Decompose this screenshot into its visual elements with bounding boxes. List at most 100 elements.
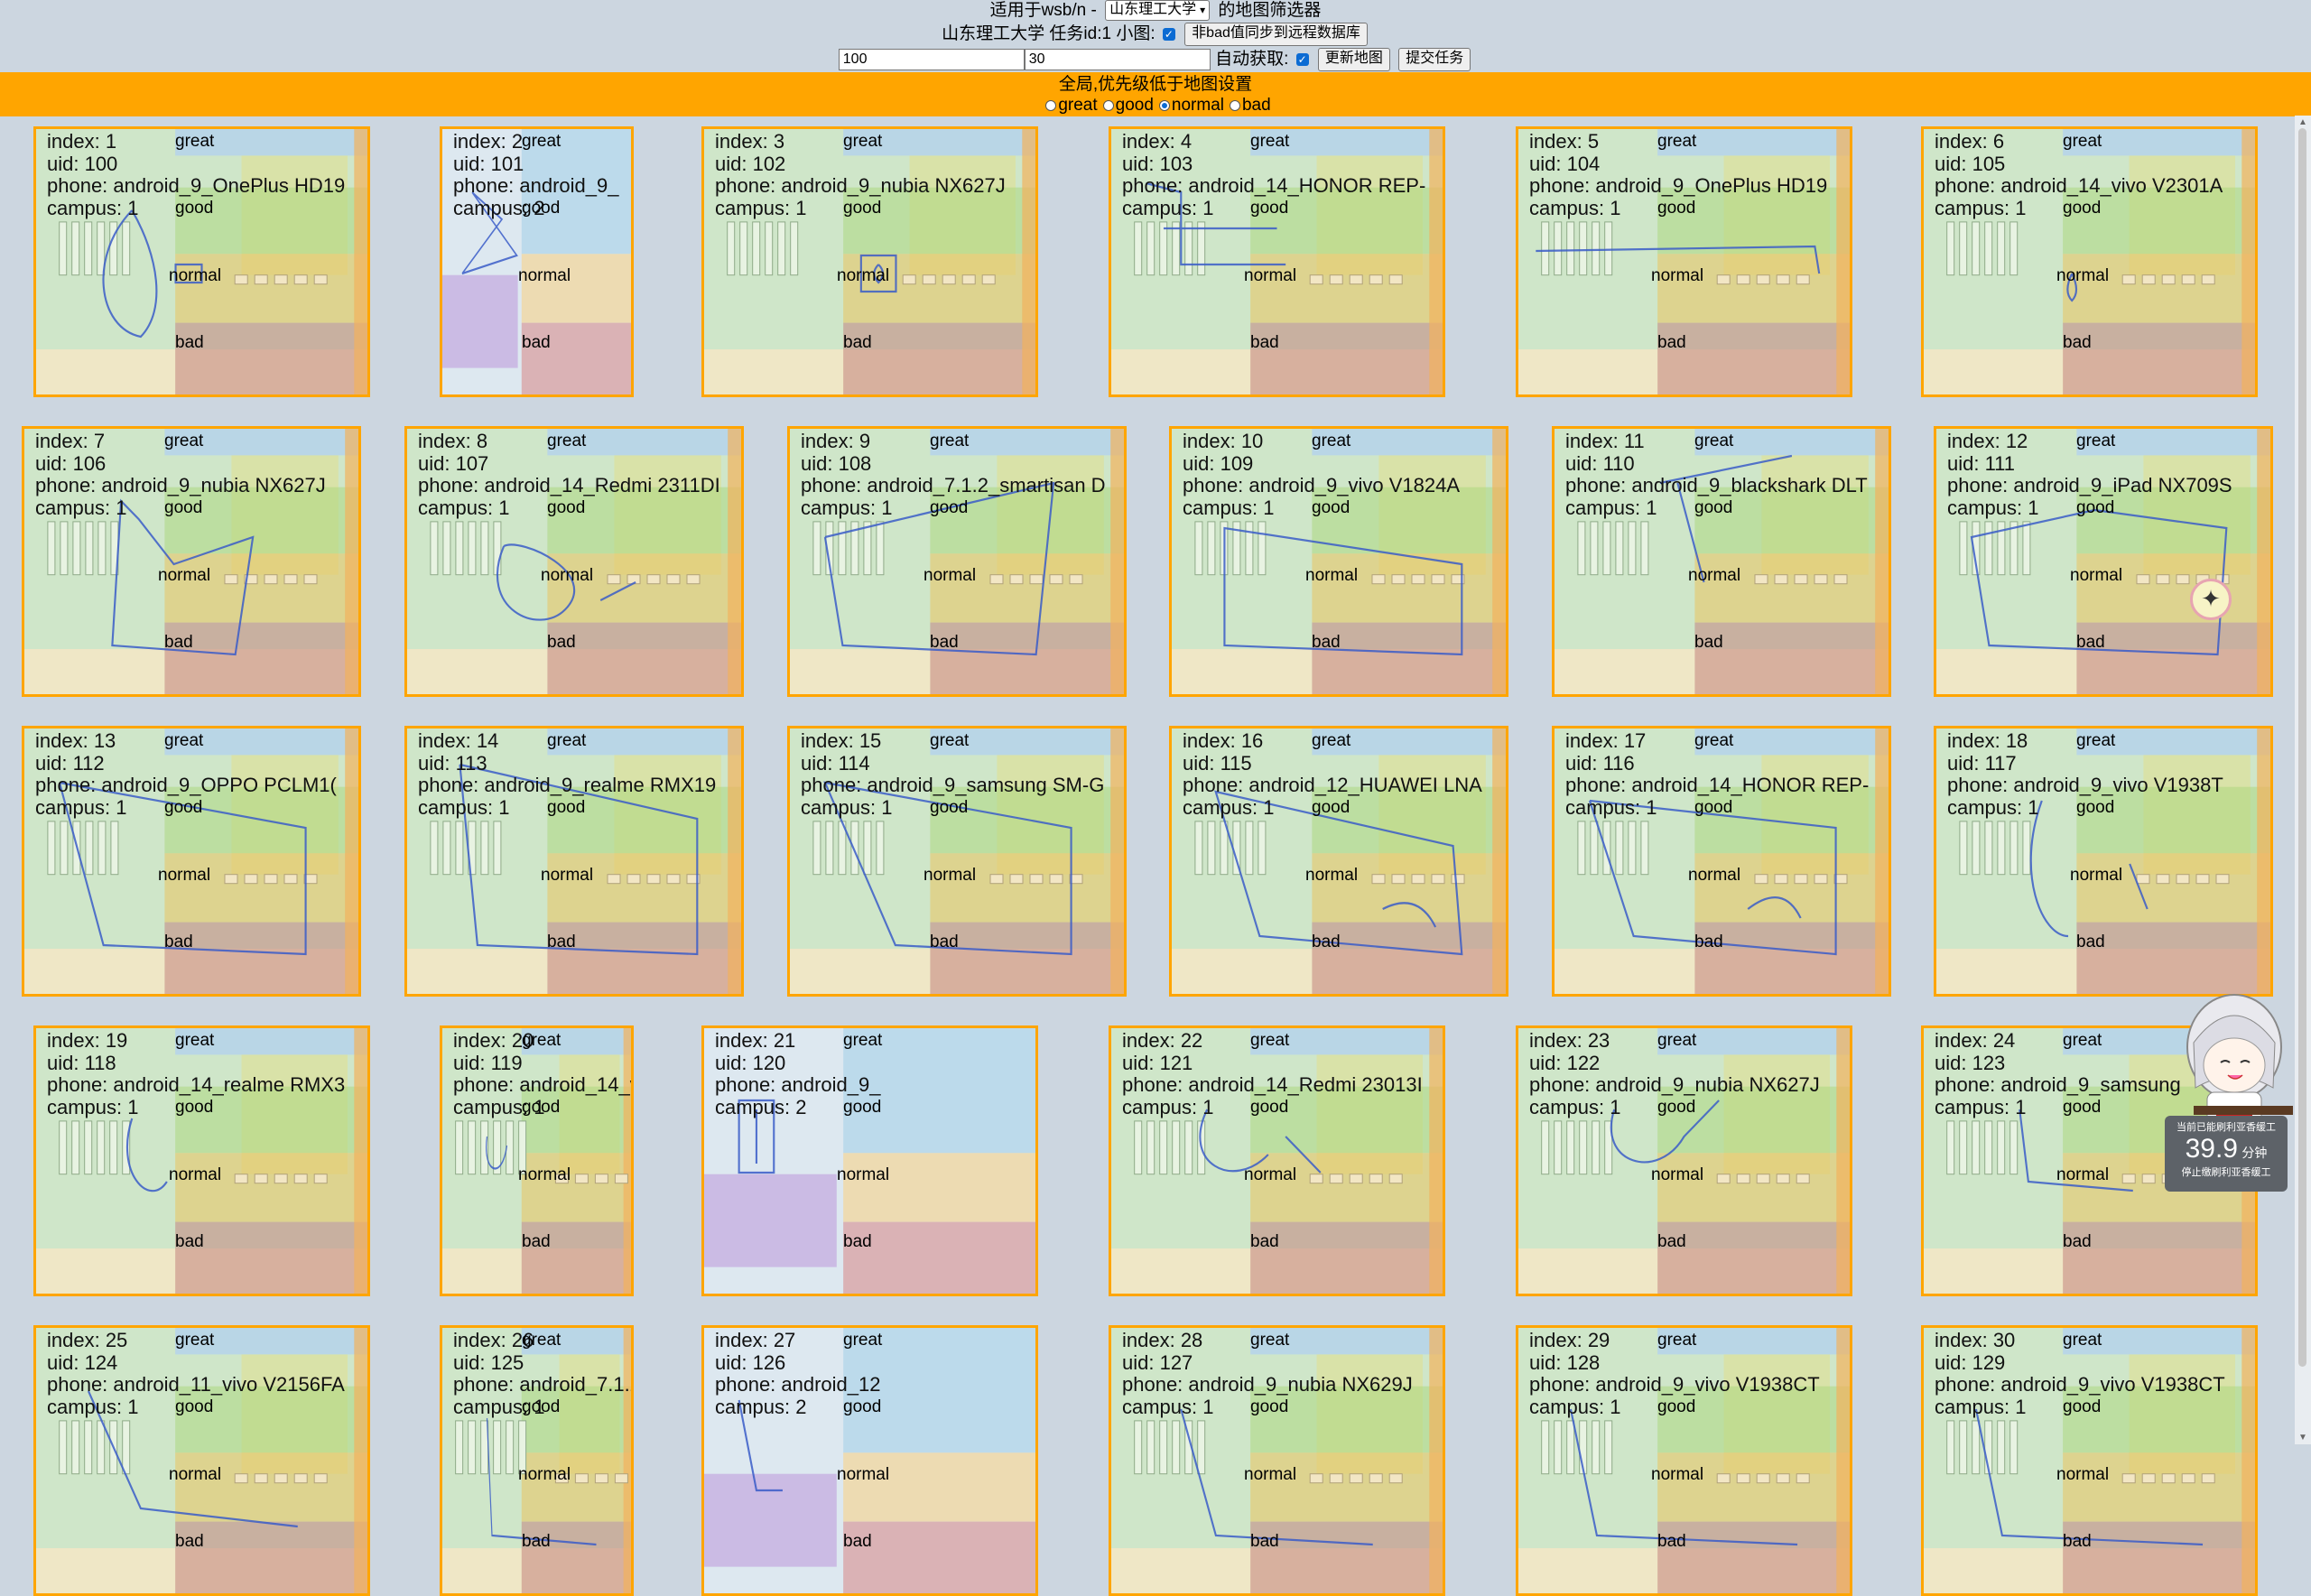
- submit-task-button[interactable]: 提交任务: [1398, 48, 1471, 71]
- card-phone: phone: android_9_vivo V1938CT: [1529, 1373, 1820, 1396]
- map-card[interactable]: index: 4 uid: 103 phone: android_14_HONOR …: [1109, 126, 1445, 397]
- global-radio-group: great good normal bad: [0, 95, 2311, 116]
- map-card[interactable]: index: 29 uid: 128 phone: android_9_vivo V…: [1516, 1325, 1852, 1596]
- zone-label-normal: normal: [1688, 566, 1741, 585]
- map-card[interactable]: index: 11 uid: 110 phone: android_9_blacks…: [1552, 426, 1891, 697]
- zone-label-good: good: [1694, 498, 1733, 517]
- map-card[interactable]: index: 10 uid: 109 phone: android_9_vivo V…: [1169, 426, 1508, 697]
- map-card[interactable]: index: 19 uid: 118 phone: android_14_realm…: [33, 1025, 370, 1296]
- zone-label-bad: bad: [1657, 333, 1686, 352]
- card-index: index: 24: [1935, 1029, 2016, 1052]
- card-phone: phone: android_11_vivo V2156FA: [47, 1373, 345, 1396]
- map-card[interactable]: index: 21 uid: 120 phone: android_9_ campus…: [701, 1025, 1038, 1296]
- zone-label-good: good: [1694, 798, 1733, 817]
- global-settings-bar: 全局,优先级低于地图设置 great good normal bad: [0, 72, 2311, 116]
- zone-label-bad: bad: [843, 1532, 872, 1551]
- zone-label-good: good: [522, 1098, 561, 1117]
- card-phone: phone: android_14_HONOR REP-: [1565, 774, 1870, 796]
- global-radio-good[interactable]: [1102, 99, 1114, 111]
- map-card[interactable]: index: 18 uid: 117 phone: android_9_vivo V…: [1934, 726, 2273, 997]
- zone-label-bad: bad: [175, 1532, 204, 1551]
- zone-label-bad: bad: [522, 1232, 551, 1251]
- map-card[interactable]: index: 30 uid: 129 phone: android_9_vivo V…: [1921, 1325, 2258, 1596]
- map-card[interactable]: index: 26uid: 125phone: android_7.1.2_vi…: [440, 1325, 634, 1596]
- map-card[interactable]: index: 14 uid: 113 phone: android_9_realme…: [404, 726, 744, 997]
- card-uid: uid: 115: [1183, 751, 1252, 775]
- number-input-2[interactable]: 30: [1024, 49, 1211, 70]
- zone-label-great: great: [175, 132, 215, 151]
- vertical-scrollbar[interactable]: ▲ ▼: [2295, 116, 2311, 1444]
- scroll-up-arrow-icon[interactable]: ▲: [2298, 117, 2307, 127]
- zone-label-bad: bad: [2063, 333, 2092, 352]
- zone-label-normal: normal: [2056, 1465, 2110, 1484]
- auto-fetch-checkbox[interactable]: ✓: [1295, 53, 1309, 66]
- card-phone: phone: android_14_vivo V2301A: [1935, 174, 2223, 197]
- study-timer-widget[interactable]: 当前已能刷利亚香缓工 39.9 分钟 停止缴刷利亚香缓工: [2165, 1116, 2288, 1192]
- card-phone: phone: android_9_vivo V1938CT: [1935, 1373, 2225, 1396]
- card-uid: uid: 123: [1935, 1051, 2006, 1074]
- zone-label-good: good: [164, 798, 203, 817]
- update-map-button[interactable]: 更新地图: [1317, 48, 1390, 71]
- global-radio-great[interactable]: [1045, 99, 1057, 111]
- map-card[interactable]: index: 17 uid: 116 phone: android_14_HONOR…: [1552, 726, 1891, 997]
- global-radio-normal[interactable]: [1158, 99, 1170, 111]
- zone-label-bad: bad: [1312, 633, 1341, 652]
- zone-label-normal: normal: [518, 1165, 571, 1184]
- card-uid: uid: 117: [1947, 751, 2017, 775]
- map-card[interactable]: index: 22 uid: 121 phone: android_14_Redmi…: [1109, 1025, 1445, 1296]
- map-card[interactable]: index: 16 uid: 115 phone: android_12_HUAWE…: [1169, 726, 1508, 997]
- map-card[interactable]: index: 25 uid: 124 phone: android_11_vivo …: [33, 1325, 370, 1596]
- card-uid: uid: 109: [1183, 451, 1254, 475]
- floating-logo-icon[interactable]: ✦: [2190, 579, 2232, 620]
- zone-label-normal: normal: [541, 866, 594, 885]
- map-card[interactable]: index: 6 uid: 105 phone: android_14_vivo V…: [1921, 126, 2258, 397]
- map-card[interactable]: index: 3 uid: 102 phone: android_9_nubia N…: [701, 126, 1038, 397]
- zone-label-bad: bad: [1312, 933, 1341, 951]
- card-phone: phone: android_9_vivo V1938T: [1947, 774, 2223, 796]
- zone-label-great: great: [164, 731, 204, 750]
- zone-label-great: great: [2063, 132, 2102, 151]
- map-card[interactable]: index: 1 uid: 100 phone: android_9_OnePlus…: [33, 126, 370, 397]
- zone-label-bad: bad: [175, 333, 204, 352]
- map-card[interactable]: index: 20uid: 119phone: android_14_vivo …: [440, 1025, 634, 1296]
- zone-label-normal: normal: [169, 1165, 222, 1184]
- zone-label-great: great: [1250, 132, 1290, 151]
- map-card[interactable]: index: 5 uid: 104 phone: android_9_OnePlus…: [1516, 126, 1852, 397]
- zone-label-bad: bad: [522, 1532, 551, 1551]
- timer-bottom-text[interactable]: 停止缴刷利亚香缓工: [2165, 1165, 2288, 1179]
- map-card[interactable]: index: 23 uid: 122 phone: android_9_nubia …: [1516, 1025, 1852, 1296]
- map-card[interactable]: index: 27 uid: 126 phone: android_12 campus…: [701, 1325, 1038, 1596]
- card-uid: uid: 125: [453, 1350, 524, 1374]
- map-card[interactable]: index: 12 uid: 111 phone: android_9_iPad N…: [1934, 426, 2273, 697]
- map-card[interactable]: index: 15 uid: 114 phone: android_9_samsun…: [787, 726, 1127, 997]
- map-card[interactable]: index: 28 uid: 127 phone: android_9_nubia …: [1109, 1325, 1445, 1596]
- global-radio-bad[interactable]: [1229, 99, 1240, 111]
- small-map-checkbox[interactable]: ✓: [1162, 28, 1175, 41]
- zone-label-great: great: [930, 731, 970, 750]
- card-phone: phone: android_14_realme RMX3: [47, 1073, 346, 1096]
- zone-label-normal: normal: [923, 566, 977, 585]
- sync-remote-button[interactable]: 非bad值同步到远程数据库: [1184, 23, 1368, 46]
- scroll-down-arrow-icon[interactable]: ▼: [2298, 1433, 2307, 1443]
- map-card[interactable]: index: 13 uid: 112 phone: android_9_OPPO P…: [22, 726, 361, 997]
- card-phone: phone: android_9_nubia NX629J: [1122, 1373, 1413, 1396]
- auto-fetch-label: 自动获取:: [1215, 50, 1289, 70]
- zone-label-good: good: [175, 1397, 214, 1416]
- title-prefix: 适用于wsb/n -: [989, 1, 1097, 20]
- card-uid: uid: 100: [47, 152, 118, 175]
- zone-label-good: good: [547, 498, 586, 517]
- card-uid: uid: 112: [35, 751, 105, 775]
- zone-label-bad: bad: [547, 633, 576, 652]
- map-card[interactable]: index: 9 uid: 108 phone: android_7.1.2_sma…: [787, 426, 1127, 697]
- zone-label-normal: normal: [1651, 1465, 1704, 1484]
- card-uid: uid: 107: [418, 451, 489, 475]
- zone-label-bad: bad: [164, 633, 193, 652]
- number-input-1[interactable]: 100: [838, 49, 1025, 70]
- map-card[interactable]: index: 7 uid: 106 phone: android_9_nubia N…: [22, 426, 361, 697]
- map-card[interactable]: index: 8 uid: 107 phone: android_14_Redmi …: [404, 426, 744, 697]
- zone-label-normal: normal: [837, 1165, 890, 1184]
- map-card[interactable]: index: 2 uid: 101 phone: android_9_ campus:…: [440, 126, 634, 397]
- zone-label-normal: normal: [2070, 866, 2123, 885]
- school-select[interactable]: 山东理工大学 ▾: [1105, 0, 1211, 22]
- zone-label-normal: normal: [158, 566, 211, 585]
